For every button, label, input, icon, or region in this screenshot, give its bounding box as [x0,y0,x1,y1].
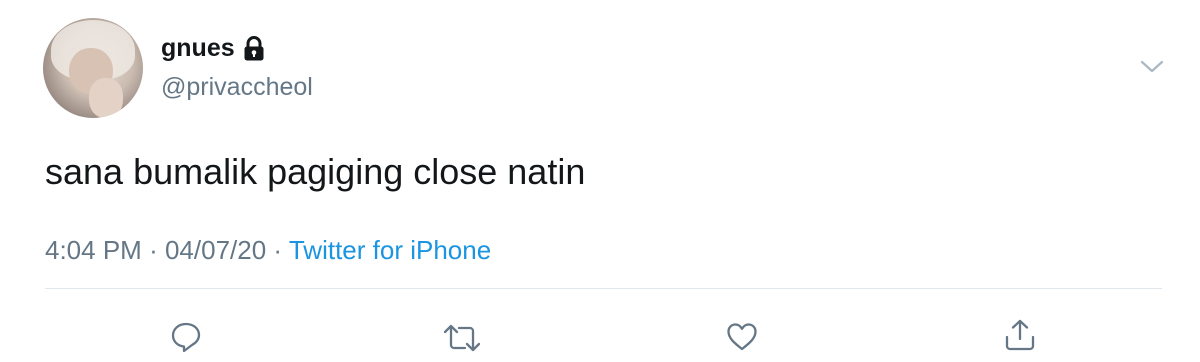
avatar-hand-shape [89,78,123,118]
tweet-source-link[interactable]: Twitter for iPhone [289,235,491,265]
author-handle[interactable]: @privaccheol [161,72,313,102]
retweet-icon[interactable] [442,321,482,355]
tweet-date[interactable]: 04/07/20 [165,235,266,265]
author-display-name[interactable]: gnues [161,33,235,63]
lock-icon [244,36,264,61]
meta-separator: · [273,235,283,265]
tweet-meta: 4:04 PM · 04/07/20 · Twitter for iPhone [45,234,491,266]
meta-separator: · [149,235,158,265]
tweet-time[interactable]: 4:04 PM [45,235,142,265]
action-divider [45,288,1162,289]
tweet-card: gnues @privaccheol sana bumalik pagiging… [0,0,1200,362]
like-icon[interactable] [725,320,759,354]
avatar[interactable] [43,18,143,118]
author-name-row: gnues [161,33,265,63]
share-icon[interactable] [1003,318,1037,352]
reply-icon[interactable] [169,320,203,354]
chevron-down-icon[interactable] [1138,56,1166,76]
tweet-text: sana bumalik pagiging close natin [45,151,586,192]
